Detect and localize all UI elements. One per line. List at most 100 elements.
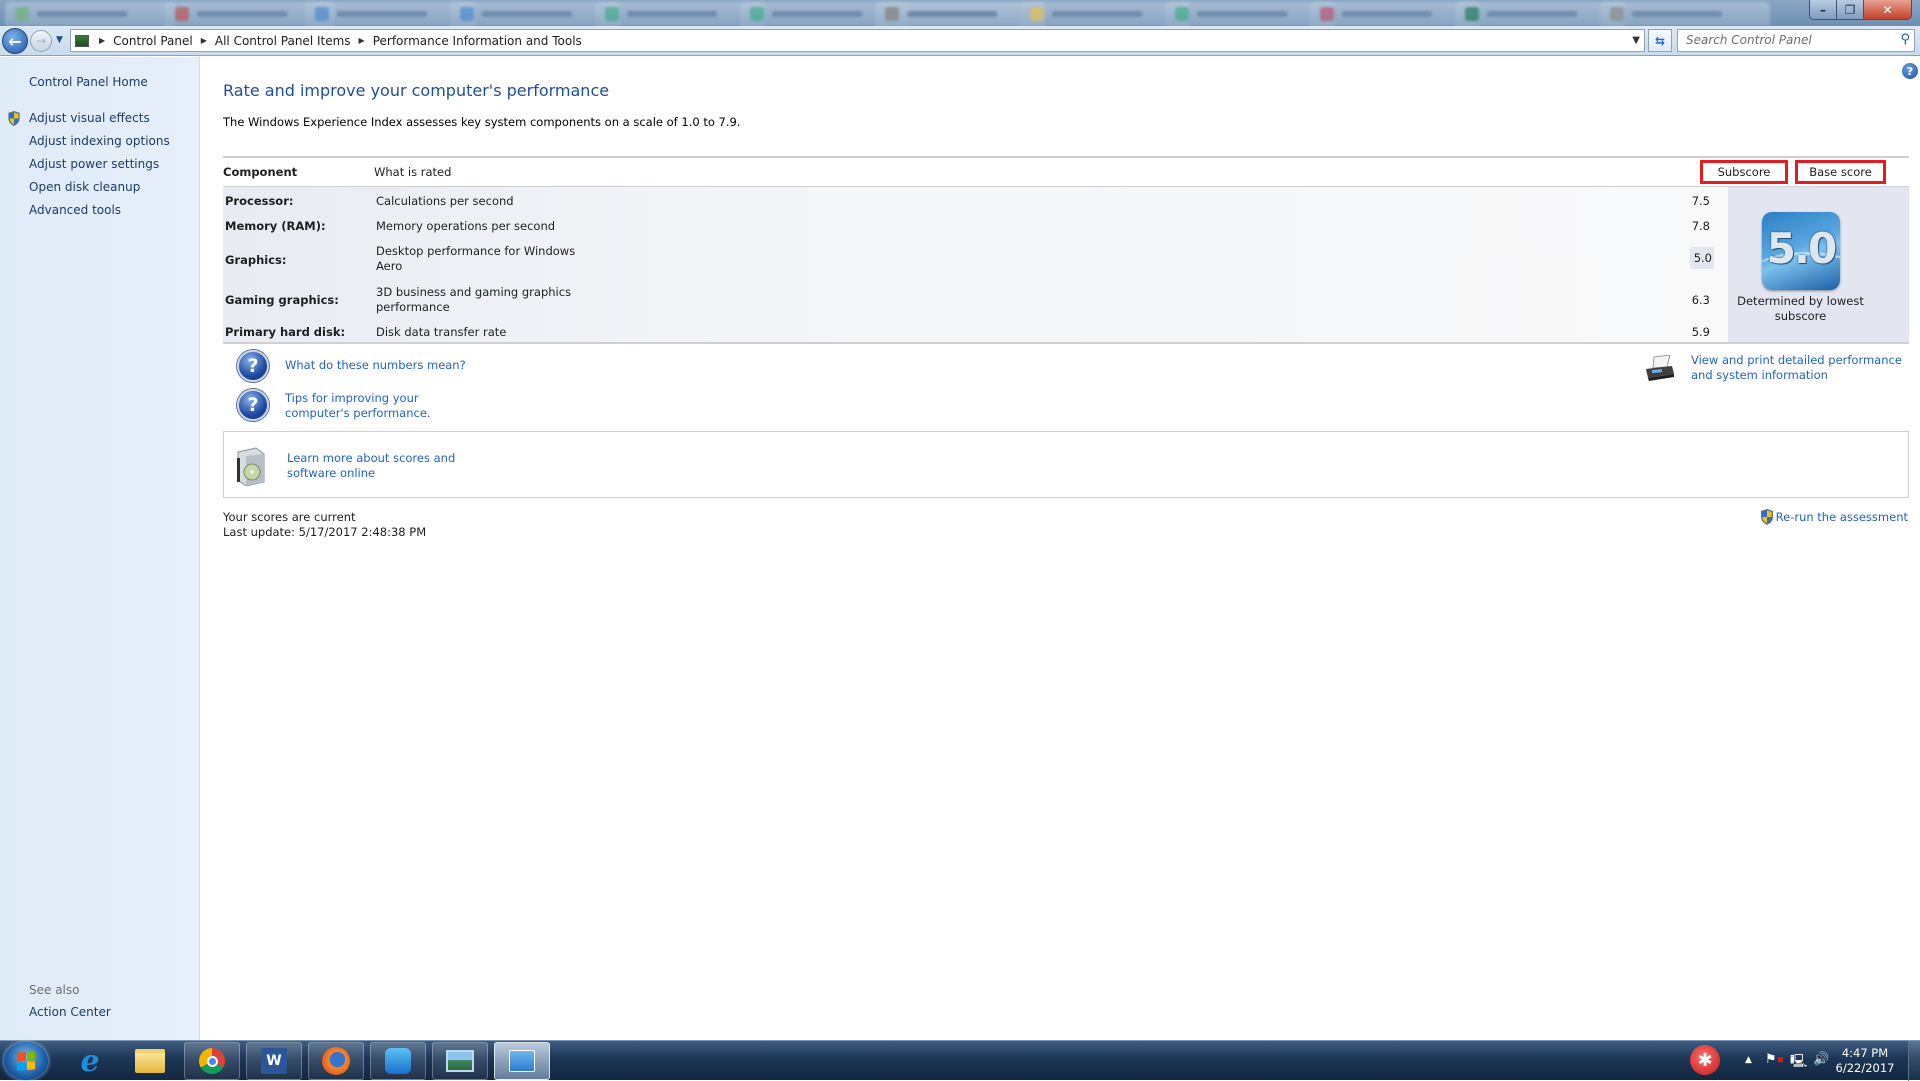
base-score-badge: 5.0 [1762,212,1840,290]
subscore-value: 7.5 [1691,194,1710,208]
blurred-tab[interactable] [5,2,175,26]
breadcrumb-control-panel[interactable]: ▶ Control Panel [97,34,193,48]
subscore-value-lowest: 5.0 [1690,247,1714,269]
breadcrumb-chevron-icon[interactable]: ▶ [201,36,207,45]
breadcrumb-chevron-icon[interactable]: ▶ [359,36,365,45]
intro-text: The Windows Experience Index assesses ke… [223,115,741,129]
last-update: Last update: 5/17/2017 2:48:38 PM [223,525,427,539]
what-is-rated: 3D business and gaming graphics performa… [376,285,572,314]
breadcrumb-chevron-icon[interactable]: ▶ [99,36,105,45]
uac-shield-icon [1760,509,1773,525]
table-row-memory: Memory (RAM): Memory operations per seco… [223,219,1728,239]
table-row-processor: Processor: Calculations per second 7.5 [223,194,1728,214]
breadcrumb-label[interactable]: Control Panel [113,34,193,48]
search-placeholder: Search Control Panel [1686,33,1812,47]
word-icon: W [261,1048,287,1074]
scores-status: Your scores are current [223,510,356,524]
numbers-help-link-row: ? What do these numbers mean? [237,350,466,382]
tips-improving-link[interactable]: Tips for improving your computer's perfo… [285,391,485,421]
main-content: ? Rate and improve your computer's perfo… [201,57,1920,1040]
navigation-bar: ← → ▼ ▶ Control Panel ▶ All Control Panel … [0,26,1920,56]
breadcrumb-performance[interactable]: ▶ Performance Information and Tools [351,34,582,48]
clock-time: 4:47 PM [1841,1046,1889,1060]
start-button[interactable] [4,1042,48,1080]
sidebar-item-open-disk-cleanup[interactable]: Open disk cleanup [29,180,140,194]
show-desktop-button[interactable] [1908,1041,1920,1081]
taskbar-control-panel[interactable] [494,1042,550,1080]
component-label: Graphics: [225,253,287,267]
breadcrumb-all-items[interactable]: ▶ All Control Panel Items [193,34,351,48]
rerun-label[interactable]: Re-run the assessment [1776,510,1908,524]
breadcrumb-label[interactable]: All Control Panel Items [215,34,351,48]
sidebar-item-advanced-tools[interactable]: Advanced tools [29,203,121,217]
subscore-value: 7.8 [1691,219,1710,233]
address-bar[interactable]: ▶ Control Panel ▶ All Control Panel Items … [70,29,1645,52]
question-icon: ? [237,389,269,421]
photo-viewer-icon [446,1050,474,1072]
taskbar-word[interactable]: W [246,1042,302,1080]
chat-app-icon [385,1048,411,1074]
subscore-value: 6.3 [1691,293,1710,307]
close-button[interactable]: ✕ [1864,0,1911,19]
taskbar-photo-viewer[interactable] [432,1042,488,1080]
help-icon[interactable]: ? [1902,63,1918,79]
table-row-graphics: Graphics: Desktop performance for Window… [223,244,1728,278]
recent-pages-dropdown[interactable]: ▼ [56,35,63,45]
taskbar-internet-explorer[interactable]: e [62,1042,118,1080]
table-row-hard-disk: Primary hard disk: Disk data transfer ra… [223,325,1728,343]
learn-more-link[interactable]: Learn more about scores and software onl… [287,451,507,481]
search-icon[interactable]: ⚲ [1900,32,1910,47]
base-score-panel: 5.0 Determined by lowest subscore [1728,187,1909,342]
view-print-details-link[interactable]: View and print detailed performance and … [1691,353,1911,383]
see-also-heading: See also [29,983,80,997]
window-controls: – ❐ ✕ [1809,0,1912,20]
maximize-button[interactable]: ❐ [1837,0,1864,19]
taskbar-blue-app[interactable] [370,1042,426,1080]
rerun-assessment-link[interactable]: Re-run the assessment [1760,509,1908,525]
subscore-value: 5.9 [1691,325,1710,339]
forward-button[interactable]: → [30,30,52,52]
network-icon[interactable]: 🖳 [1790,1052,1807,1074]
tips-help-link-row: ? Tips for improving your computer's per… [237,389,485,421]
learn-more-panel: Learn more about scores and software onl… [223,431,1909,498]
taskbar-firefox[interactable] [308,1042,364,1080]
what-is-rated: Desktop performance for Windows Aero [376,244,576,273]
sidebar-item-action-center[interactable]: Action Center [29,1005,111,1019]
control-panel-home-link[interactable]: Control Panel Home [29,75,148,89]
refresh-button[interactable]: ⇆ [1648,29,1672,52]
left-task-pane: Control Panel Home Adjust visual effects… [0,57,200,1040]
breadcrumb-label[interactable]: Performance Information and Tools [373,34,582,48]
show-hidden-icons-button[interactable]: ▲ [1745,1055,1752,1065]
windows-logo-icon [17,1051,35,1071]
address-dropdown-icon[interactable]: ▼ [1632,35,1640,46]
firefox-icon [322,1047,350,1075]
search-input[interactable]: Search Control Panel ⚲ [1677,29,1915,52]
sidebar-item-adjust-indexing-options[interactable]: Adjust indexing options [29,134,170,148]
score-table-header: Component What is rated Subscore Base sc… [223,158,1909,187]
taskbar-chrome[interactable] [184,1042,240,1080]
browser-tabs-strip: – ❐ ✕ [0,0,1920,26]
component-label: Memory (RAM): [225,219,326,233]
folder-icon [135,1049,165,1073]
sidebar-item-adjust-power-settings[interactable]: Adjust power settings [29,157,159,171]
minimize-button[interactable]: – [1810,0,1837,19]
taskbar-file-explorer[interactable] [122,1042,178,1080]
base-score-caption: Determined by lowest subscore [1737,294,1864,323]
sidebar-item-adjust-visual-effects[interactable]: Adjust visual effects [29,111,150,125]
volume-icon[interactable]: 🔊 [1813,1052,1829,1067]
header-base-score: Base score [1795,160,1886,184]
page-title: Rate and improve your computer's perform… [223,81,610,100]
question-icon: ? [237,350,269,382]
action-center-flag-icon[interactable]: ⚑✖ [1765,1052,1784,1067]
blurred-tab[interactable] [1600,2,1770,26]
back-button[interactable]: ← [2,28,28,54]
taskbar: e W ✱ ▲ ⚑✖ 🖳 🔊 4:47 PM 6/22/2017 [0,1040,1920,1081]
what-is-rated: Memory operations per second [376,219,556,233]
score-table: Processor: Calculations per second 7.5 M… [223,187,1909,344]
tray-app-red-icon[interactable]: ✱ [1690,1045,1720,1075]
control-panel-icon [75,34,89,47]
what-numbers-mean-link[interactable]: What do these numbers mean? [285,358,466,373]
printer-icon [1646,355,1674,381]
clock[interactable]: 4:47 PM 6/22/2017 [1835,1046,1895,1076]
clock-date: 6/22/2017 [1835,1061,1895,1075]
